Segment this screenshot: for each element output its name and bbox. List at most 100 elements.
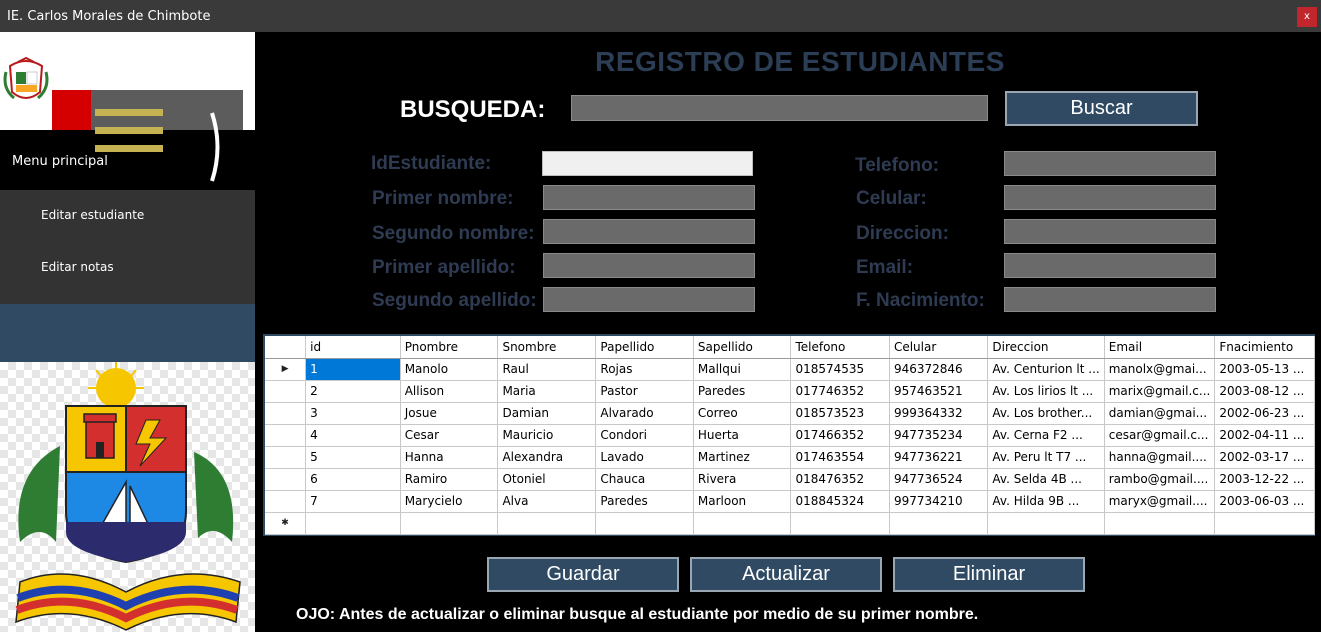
cellphone-field[interactable] <box>1004 185 1216 210</box>
table-cell[interactable]: Alvarado <box>595 402 694 425</box>
table-cell[interactable]: manolx@gmai... <box>1104 358 1216 381</box>
table-cell[interactable]: Av. Selda 4B ... <box>987 468 1105 491</box>
table-cell[interactable]: 018845324 <box>790 490 890 513</box>
email-field[interactable] <box>1004 253 1216 278</box>
table-row[interactable]: 6 Ramiro Otoniel Chauca Rivera 018476352 94773… <box>265 468 1315 491</box>
table-cell[interactable]: 018574535 <box>790 358 890 381</box>
table-cell[interactable]: Manolo <box>400 358 499 381</box>
hamburger-menu-icon[interactable] <box>95 109 230 187</box>
table-cell[interactable]: marix@gmail.c... <box>1104 380 1216 403</box>
table-cell[interactable]: 946372846 <box>889 358 989 381</box>
table-cell[interactable]: 947736221 <box>889 446 989 469</box>
table-cell[interactable]: Mallqui <box>693 358 792 381</box>
table-cell[interactable]: 4 <box>305 424 401 447</box>
table-cell[interactable]: 6 <box>305 468 401 491</box>
column-header[interactable]: Email <box>1104 336 1216 359</box>
table-row[interactable]: 3 Josue Damian Alvarado Correo 018573523 99936… <box>265 402 1315 425</box>
table-cell[interactable]: Otoniel <box>497 468 597 491</box>
empty-cell[interactable] <box>790 512 890 535</box>
table-cell[interactable]: 017463554 <box>790 446 890 469</box>
sidebar-item-edit-grades[interactable]: Editar notas <box>0 242 255 294</box>
table-cell[interactable]: 2003-05-13 ... <box>1214 358 1315 381</box>
sidebar-item-edit-student[interactable]: Editar estudiante <box>0 190 255 242</box>
empty-cell[interactable] <box>987 512 1105 535</box>
empty-cell[interactable] <box>693 512 792 535</box>
save-button[interactable]: Guardar <box>487 557 679 592</box>
table-cell[interactable]: 2003-06-03 ... <box>1214 490 1315 513</box>
table-row[interactable]: 2 Allison Maria Pastor Paredes 017746352 95746… <box>265 380 1315 403</box>
empty-cell[interactable] <box>1104 512 1216 535</box>
table-cell[interactable]: Av. Los brother... <box>987 402 1105 425</box>
table-cell[interactable]: Ramiro <box>400 468 499 491</box>
second-name-field[interactable] <box>543 219 755 244</box>
column-header[interactable]: id <box>305 336 401 359</box>
table-cell[interactable]: Rivera <box>693 468 792 491</box>
column-header[interactable]: Sapellido <box>693 336 792 359</box>
table-cell[interactable]: 997734210 <box>889 490 989 513</box>
table-cell[interactable]: Cesar <box>400 424 499 447</box>
table-cell[interactable]: Damian <box>497 402 597 425</box>
column-header[interactable]: Telefono <box>790 336 890 359</box>
address-field[interactable] <box>1004 219 1216 244</box>
row-header[interactable] <box>265 490 307 513</box>
table-cell[interactable]: Raul <box>497 358 597 381</box>
empty-cell[interactable] <box>1214 512 1315 535</box>
table-cell[interactable]: 999364332 <box>889 402 989 425</box>
table-cell[interactable]: Martinez <box>693 446 792 469</box>
row-header[interactable] <box>265 402 307 425</box>
empty-cell[interactable] <box>305 512 401 535</box>
table-cell[interactable]: hanna@gmail.... <box>1104 446 1216 469</box>
first-name-field[interactable] <box>543 185 755 210</box>
phone-field[interactable] <box>1004 151 1216 176</box>
new-row[interactable]: ✱ <box>265 512 1315 535</box>
column-header[interactable]: Fnacimiento <box>1214 336 1315 359</box>
table-cell[interactable]: Maria <box>497 380 597 403</box>
id-student-field[interactable] <box>542 151 753 176</box>
table-cell[interactable]: 018476352 <box>790 468 890 491</box>
table-cell[interactable]: Rojas <box>595 358 694 381</box>
table-cell[interactable]: maryx@gmail.... <box>1104 490 1216 513</box>
table-cell[interactable]: Av. Hilda 9B ... <box>987 490 1105 513</box>
table-cell[interactable]: 017466352 <box>790 424 890 447</box>
empty-cell[interactable] <box>595 512 694 535</box>
column-header[interactable]: Celular <box>889 336 989 359</box>
column-header[interactable]: Direccion <box>987 336 1105 359</box>
table-cell[interactable]: 017746352 <box>790 380 890 403</box>
table-cell[interactable]: Chauca <box>595 468 694 491</box>
table-cell[interactable]: Paredes <box>693 380 792 403</box>
close-button[interactable]: x <box>1297 7 1317 27</box>
table-cell[interactable]: 947736524 <box>889 468 989 491</box>
table-cell[interactable]: Av. Peru lt T7 ... <box>987 446 1105 469</box>
row-header[interactable] <box>265 446 307 469</box>
table-cell[interactable]: Pastor <box>595 380 694 403</box>
table-cell[interactable]: Hanna <box>400 446 499 469</box>
row-header[interactable] <box>265 380 307 403</box>
table-cell[interactable]: Allison <box>400 380 499 403</box>
new-row-marker[interactable]: ✱ <box>265 512 307 535</box>
table-cell[interactable]: 957463521 <box>889 380 989 403</box>
empty-cell[interactable] <box>400 512 499 535</box>
column-header[interactable]: Pnombre <box>400 336 499 359</box>
row-header[interactable] <box>265 468 307 491</box>
table-cell[interactable]: 2003-12-22 ... <box>1214 468 1315 491</box>
column-header[interactable]: Papellido <box>595 336 694 359</box>
search-input[interactable] <box>571 95 988 121</box>
update-button[interactable]: Actualizar <box>690 557 882 592</box>
table-cell[interactable]: 947735234 <box>889 424 989 447</box>
table-cell[interactable]: Mauricio <box>497 424 597 447</box>
table-cell[interactable]: Av. Cerna F2 ... <box>987 424 1105 447</box>
table-row[interactable]: 7 Marycielo Alva Paredes Marloon 018845324 997… <box>265 490 1315 513</box>
table-cell[interactable]: damian@gmai... <box>1104 402 1216 425</box>
table-cell[interactable]: 7 <box>305 490 401 513</box>
second-lastname-field[interactable] <box>543 287 755 312</box>
table-cell[interactable]: rambo@gmail.... <box>1104 468 1216 491</box>
table-cell[interactable]: Correo <box>693 402 792 425</box>
empty-cell[interactable] <box>889 512 989 535</box>
first-lastname-field[interactable] <box>543 253 755 278</box>
table-cell[interactable]: 3 <box>305 402 401 425</box>
table-cell[interactable]: Av. Centurion lt ... <box>987 358 1105 381</box>
row-header[interactable]: ▶ <box>265 358 307 381</box>
table-row[interactable]: 5 Hanna Alexandra Lavado Martinez 017463554 94… <box>265 446 1315 469</box>
students-grid[interactable]: id Pnombre Snombre Papellido Sapellido Telefo… <box>263 334 1315 536</box>
table-cell[interactable]: cesar@gmail.c... <box>1104 424 1216 447</box>
